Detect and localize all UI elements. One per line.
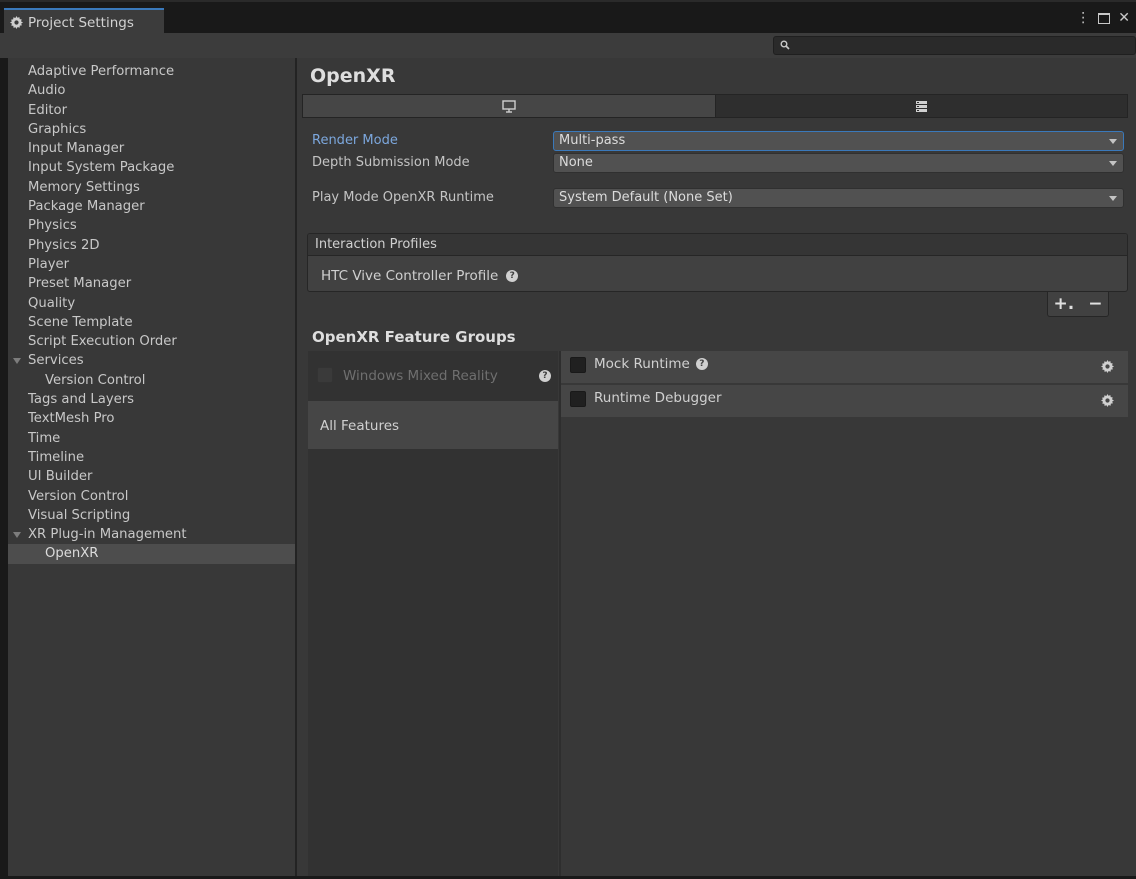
chevron-down-icon: [1109, 196, 1117, 201]
feature-group-label: Windows Mixed Reality: [343, 368, 498, 384]
depth-submission-dropdown[interactable]: None: [553, 153, 1124, 173]
profile-list-footer: +. −: [1047, 292, 1109, 317]
sidebar-item-package-manager[interactable]: Package Manager: [8, 197, 295, 216]
profile-label: HTC Vive Controller Profile: [321, 268, 499, 284]
feature-label: Mock Runtime: [594, 356, 690, 372]
window-controls: ⋮ ✕: [1076, 10, 1130, 26]
help-icon[interactable]: ?: [506, 270, 519, 282]
sidebar-item-scene-template[interactable]: Scene Template: [8, 313, 295, 332]
chevron-down-icon: [1109, 139, 1117, 144]
render-mode-label: Render Mode: [312, 133, 398, 148]
runtime-label: Play Mode OpenXR Runtime: [312, 190, 494, 205]
sidebar-item-adaptive-performance[interactable]: Adaptive Performance: [8, 62, 295, 81]
feature-group-all-features[interactable]: All Features: [308, 401, 558, 449]
interaction-profiles-header: Interaction Profiles: [308, 234, 1127, 256]
sidebar-item-openxr[interactable]: OpenXR: [8, 544, 295, 564]
feature-label-wrap: Runtime Debugger: [594, 390, 722, 406]
sidebar-item-physics-2d[interactable]: Physics 2D: [8, 236, 295, 255]
help-icon[interactable]: ?: [539, 370, 551, 382]
search-input[interactable]: [773, 36, 1136, 55]
runtime-dropdown[interactable]: System Default (None Set): [553, 188, 1124, 208]
close-icon[interactable]: ✕: [1118, 10, 1130, 26]
feature-groups-list: Windows Mixed Reality ? All Features: [308, 351, 558, 876]
sidebar-item-memory-settings[interactable]: Memory Settings: [8, 178, 295, 197]
feature-row-mock-runtime[interactable]: Mock Runtime ?: [561, 351, 1128, 383]
runtime-row: Play Mode OpenXR Runtime System Default …: [312, 188, 1124, 208]
sidebar-item-audio[interactable]: Audio: [8, 81, 295, 100]
sidebar-item-editor[interactable]: Editor: [8, 101, 295, 120]
sidebar-item-script-execution-order[interactable]: Script Execution Order: [8, 332, 295, 351]
sidebar-item-visual-scripting[interactable]: Visual Scripting: [8, 506, 295, 525]
window-title-bar: Project Settings ⋮ ✕: [0, 0, 1136, 35]
sidebar-item-ui-builder[interactable]: UI Builder: [8, 467, 295, 486]
window-title: Project Settings: [28, 14, 134, 31]
gear-icon[interactable]: [1101, 360, 1114, 373]
sidebar-item-preset-manager[interactable]: Preset Manager: [8, 274, 295, 293]
sidebar-item-services-version-control[interactable]: Version Control: [8, 371, 295, 390]
gear-icon: [10, 16, 23, 29]
help-icon[interactable]: ?: [695, 358, 708, 370]
sidebar-item-quality[interactable]: Quality: [8, 294, 295, 313]
sidebar-item-time[interactable]: Time: [8, 429, 295, 448]
depth-submission-value: None: [559, 155, 593, 170]
depth-submission-label: Depth Submission Mode: [312, 155, 470, 170]
sidebar-item-timeline[interactable]: Timeline: [8, 448, 295, 467]
feature-label-wrap: Mock Runtime ?: [594, 356, 708, 372]
add-profile-button[interactable]: +.: [1054, 294, 1075, 314]
feature-group-windows-mixed-reality[interactable]: Windows Mixed Reality ?: [308, 351, 558, 401]
platform-tabs: [302, 94, 1128, 118]
sidebar-item-physics[interactable]: Physics: [8, 216, 295, 235]
sidebar-group-xr-plugin-management[interactable]: XR Plug-in Management: [8, 525, 295, 544]
feature-label: Runtime Debugger: [594, 390, 722, 406]
render-mode-dropdown[interactable]: Multi-pass: [553, 131, 1124, 151]
mock-runtime-checkbox[interactable]: [570, 357, 586, 373]
sidebar-item-player[interactable]: Player: [8, 255, 295, 274]
features-list: Mock Runtime ? Runtime Debugger: [559, 351, 1128, 876]
interaction-profiles-list: Interaction Profiles HTC Vive Controller…: [307, 233, 1128, 292]
chevron-down-icon: [1109, 161, 1117, 166]
settings-main-panel: OpenXR Render Mode Multi-pass Depth Subm…: [297, 58, 1136, 876]
gear-icon[interactable]: [1101, 394, 1114, 407]
kebab-menu-icon[interactable]: ⋮: [1076, 10, 1090, 26]
sidebar-item-input-manager[interactable]: Input Manager: [8, 139, 295, 158]
sidebar-item-version-control[interactable]: Version Control: [8, 487, 295, 506]
feature-groups-title: OpenXR Feature Groups: [312, 328, 516, 346]
windows-mixed-reality-checkbox[interactable]: [317, 367, 333, 383]
settings-sidebar: Adaptive Performance Audio Editor Graphi…: [8, 58, 295, 876]
sidebar-item-tags-and-layers[interactable]: Tags and Layers: [8, 390, 295, 409]
server-rack-icon: [915, 100, 927, 112]
sidebar-item-graphics[interactable]: Graphics: [8, 120, 295, 139]
runtime-value: System Default (None Set): [559, 190, 733, 205]
tab-standalone[interactable]: [303, 95, 715, 117]
search-icon: [780, 40, 790, 50]
list-item[interactable]: HTC Vive Controller Profile ?: [321, 268, 519, 284]
desktop-monitor-icon: [502, 99, 516, 113]
runtime-debugger-checkbox[interactable]: [570, 391, 586, 407]
maximize-icon[interactable]: [1098, 12, 1111, 24]
tab-dedicated-server[interactable]: [714, 95, 1127, 117]
render-mode-value: Multi-pass: [559, 133, 626, 148]
sidebar-group-services[interactable]: Services: [8, 351, 295, 370]
render-mode-row: Render Mode Multi-pass: [312, 131, 1124, 151]
sidebar-item-textmesh-pro[interactable]: TextMesh Pro: [8, 409, 295, 428]
project-settings-tab[interactable]: Project Settings: [4, 8, 164, 35]
depth-submission-row: Depth Submission Mode None: [312, 153, 1124, 173]
page-title: OpenXR: [310, 65, 396, 87]
remove-profile-button[interactable]: −: [1088, 294, 1102, 314]
sidebar-item-input-system-package[interactable]: Input System Package: [8, 158, 295, 177]
settings-toolbar: [0, 33, 1136, 58]
feature-row-runtime-debugger[interactable]: Runtime Debugger: [561, 385, 1128, 417]
